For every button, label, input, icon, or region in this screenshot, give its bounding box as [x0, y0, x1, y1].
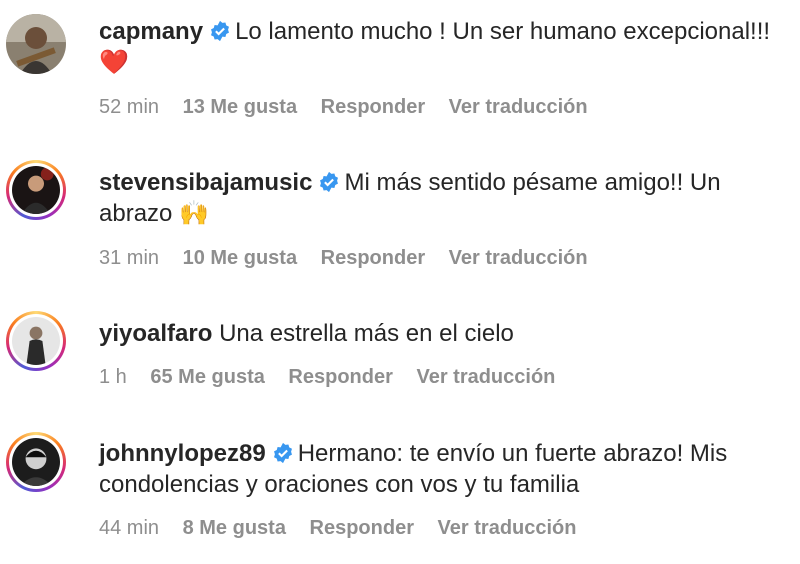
- heart-emoji: ❤️: [99, 48, 129, 76]
- avatar-image: [12, 438, 60, 486]
- username[interactable]: capmany: [99, 18, 203, 45]
- likes-count-button[interactable]: 10 Me gusta: [183, 247, 297, 269]
- comment-time[interactable]: 52 min: [99, 96, 159, 118]
- avatar[interactable]: [6, 432, 66, 492]
- likes-count-button[interactable]: 13 Me gusta: [183, 96, 297, 118]
- username[interactable]: johnnylopez89: [99, 440, 266, 467]
- comment-text: Una estrella más en el cielo: [219, 320, 514, 347]
- avatar[interactable]: [6, 311, 66, 371]
- verified-badge-icon: [273, 442, 292, 464]
- comment-time[interactable]: 31 min: [99, 247, 159, 269]
- raised-hands-emoji: 🙌: [179, 199, 209, 227]
- reply-button[interactable]: Responder: [321, 247, 425, 269]
- avatar-image: [12, 317, 60, 365]
- avatar-image: [12, 166, 60, 214]
- reply-button[interactable]: Responder: [310, 517, 414, 539]
- likes-count-button[interactable]: 8 Me gusta: [183, 517, 286, 539]
- username[interactable]: yiyoalfaro: [99, 320, 212, 347]
- comment-time[interactable]: 1 h: [99, 366, 127, 388]
- avatar[interactable]: [6, 160, 66, 220]
- reply-button[interactable]: Responder: [321, 96, 425, 118]
- translate-button[interactable]: Ver traducción: [449, 96, 588, 118]
- reply-button[interactable]: Responder: [288, 366, 392, 388]
- avatar-image: [6, 14, 66, 74]
- verified-badge-icon: [320, 171, 339, 193]
- comment-time[interactable]: 44 min: [99, 517, 159, 539]
- username[interactable]: stevensibajamusic: [99, 169, 312, 196]
- comment-text: Lo lamento mucho ! Un ser humano excepci…: [235, 18, 771, 45]
- avatar[interactable]: [6, 14, 66, 74]
- translate-button[interactable]: Ver traducción: [449, 247, 588, 269]
- likes-count-button[interactable]: 65 Me gusta: [150, 366, 264, 388]
- translate-button[interactable]: Ver traducción: [438, 517, 577, 539]
- verified-badge-icon: [211, 20, 230, 42]
- translate-button[interactable]: Ver traducción: [416, 366, 555, 388]
